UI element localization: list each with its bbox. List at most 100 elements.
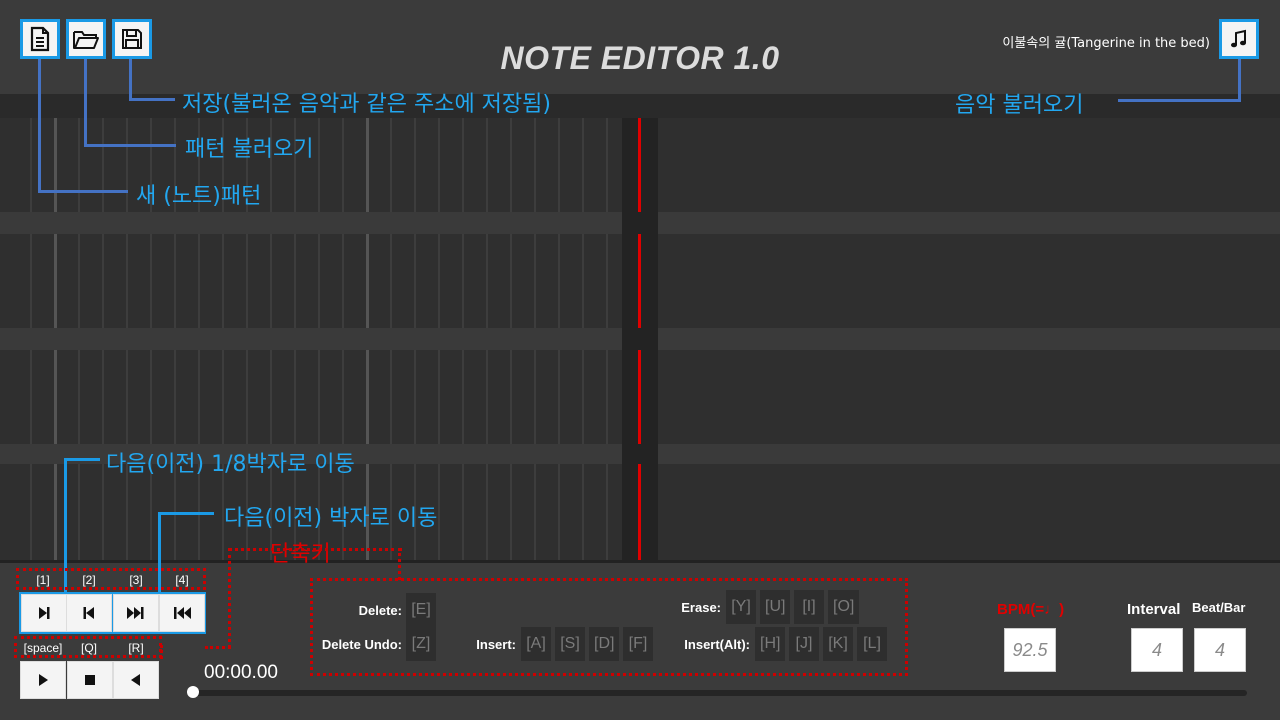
annotation-line-new-pattern — [38, 59, 41, 193]
beat-gridline — [582, 350, 584, 444]
beat-gridline — [150, 464, 152, 560]
beat-gridline — [438, 464, 440, 560]
beat-gridline — [198, 234, 200, 328]
play-button[interactable] — [20, 661, 66, 699]
fast-forward-icon — [127, 607, 144, 619]
annotation-line-load-pattern — [84, 144, 176, 147]
prev-eighth-button[interactable] — [66, 594, 112, 632]
beat-gridline — [222, 234, 224, 328]
beat-gridline — [414, 234, 416, 328]
beat-gridline — [582, 464, 584, 560]
beat-gridline — [270, 350, 272, 444]
playhead-line — [638, 350, 641, 444]
insert-alt-key-h: [H] — [755, 627, 786, 661]
beat-gridline — [606, 118, 608, 212]
beat-gridline — [102, 350, 104, 444]
beat-gridline — [510, 350, 512, 444]
step-back-icon — [83, 607, 94, 619]
music-note-icon — [1231, 29, 1246, 48]
insert-alt-key-j: [J] — [789, 627, 819, 661]
seek-handle[interactable] — [187, 686, 199, 698]
beat-gridline — [438, 234, 440, 328]
beat-gridline — [558, 350, 560, 444]
beat-gridline — [462, 234, 464, 328]
beat-gridline — [462, 118, 464, 212]
play-icon — [39, 674, 48, 686]
bpm-input[interactable]: 92.5 — [1004, 628, 1056, 672]
beat-gridline — [486, 350, 488, 444]
beat-gridline — [294, 350, 296, 444]
beat-gridline — [150, 234, 152, 328]
delete-undo-key: [Z] — [406, 627, 436, 661]
reverse-play-icon — [131, 674, 140, 686]
insert-key-d: [D] — [589, 627, 620, 661]
beat-gridline — [30, 350, 32, 444]
beat-gridline — [366, 118, 369, 212]
beat-gridline — [270, 234, 272, 328]
beat-gridline — [54, 350, 57, 444]
beat-gridline — [558, 464, 560, 560]
insert-alt-key-k: [K] — [823, 627, 853, 661]
annotation-line-load-pattern — [84, 59, 87, 147]
annotation-save: 저장(불러온 음악과 같은 주소에 저장됨) — [182, 92, 551, 117]
beat-gridline — [78, 464, 80, 560]
annotation-line-load-music — [1238, 59, 1241, 102]
playhead-line — [638, 234, 641, 328]
annotation-move-beat: 다음(이전) 박자로 이동 — [224, 506, 438, 531]
beat-gridline — [54, 234, 57, 328]
beat-bar-input[interactable]: 4 — [1194, 628, 1246, 672]
beat-gridline — [438, 350, 440, 444]
beat-gridline — [462, 464, 464, 560]
next-beat-button[interactable] — [113, 594, 159, 632]
reverse-button[interactable] — [113, 661, 159, 699]
interval-input[interactable]: 4 — [1131, 628, 1183, 672]
beat-gridline — [606, 464, 608, 560]
insert-key-a: [A] — [521, 627, 551, 661]
beat-gridline — [318, 118, 320, 212]
erase-key-u: [U] — [760, 590, 791, 624]
key-label-r: [R] — [128, 641, 144, 655]
playhead-line — [638, 464, 641, 560]
beat-gridline — [150, 350, 152, 444]
stop-icon — [85, 675, 95, 685]
beat-gridline — [102, 118, 104, 212]
beat-gridline — [390, 350, 392, 444]
beat-gridline — [558, 234, 560, 328]
annotation-load-pattern: 패턴 불러오기 — [185, 137, 314, 162]
annotation-shortcuts: 단축키 — [270, 542, 331, 567]
beat-gridline — [30, 234, 32, 328]
beat-gridline — [318, 234, 320, 328]
beat-gridline — [462, 350, 464, 444]
beat-gridline — [390, 118, 392, 212]
next-eighth-button[interactable] — [21, 594, 67, 632]
key-label-3: [3] — [129, 573, 143, 587]
stop-button[interactable] — [67, 661, 113, 699]
beat-gridline — [174, 234, 176, 328]
beat-gridline — [246, 350, 248, 444]
beat-gridline — [534, 464, 536, 560]
song-title: 이불속의 귤(Tangerine in the bed) — [1002, 36, 1210, 51]
insert-key-s: [S] — [555, 627, 585, 661]
beat-gridline — [510, 464, 512, 560]
prev-beat-button[interactable] — [159, 594, 205, 632]
key-label-q: [Q] — [80, 641, 97, 655]
annotation-new-pattern: 새 (노트)패턴 — [136, 184, 262, 209]
beat-gridline — [582, 118, 584, 212]
delete-key: [E] — [406, 593, 436, 627]
annotation-line-new-pattern — [38, 190, 128, 193]
beat-gridline — [486, 118, 488, 212]
load-music-button[interactable] — [1219, 19, 1259, 59]
note-track-area[interactable] — [0, 94, 1280, 560]
erase-key-o: [O] — [828, 590, 860, 624]
bpm-label: BPM(=♩) — [997, 601, 1065, 618]
beat-gridline — [534, 118, 536, 212]
key-label-1: [1] — [36, 573, 50, 587]
beat-gridline — [126, 234, 128, 328]
annotation-line-beat — [158, 512, 214, 515]
erase-key-i: [I] — [794, 590, 824, 624]
beat-gridline — [342, 118, 344, 212]
seek-bar[interactable] — [192, 690, 1247, 696]
key-label-4: [4] — [175, 573, 189, 587]
shortcut-connector — [228, 548, 402, 551]
beat-gridline — [510, 234, 512, 328]
